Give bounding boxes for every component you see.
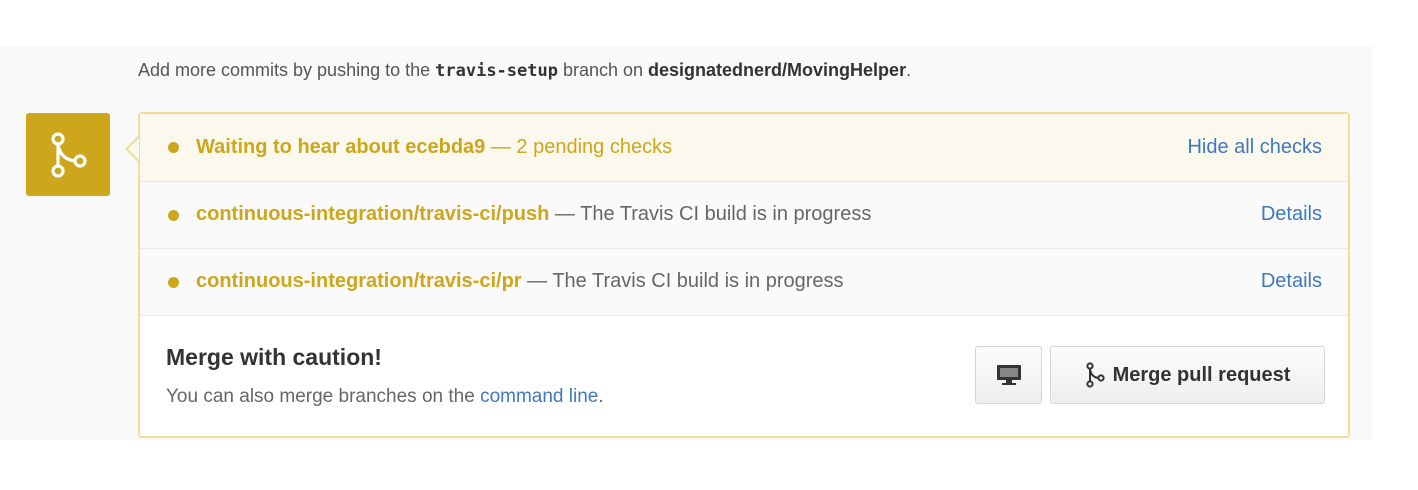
desktop-icon (996, 365, 1021, 385)
merge-status-badge (26, 113, 110, 196)
merge-button-label: Merge pull request (1112, 363, 1291, 386)
push-suffix: . (906, 60, 912, 80)
check-row: continuous-integration/travis-ci/push — … (140, 182, 1348, 249)
git-merge-icon (1085, 362, 1105, 388)
merge-status-panel: Waiting to hear about ecebda9 — 2 pendin… (138, 112, 1350, 438)
push-instructions: Add more commits by pushing to the travi… (138, 60, 911, 81)
panel-pointer-fill (128, 138, 139, 160)
merge-action-area: Merge with caution! You can also merge b… (140, 316, 1348, 436)
pending-status-dot (168, 210, 179, 221)
check-text: continuous-integration/travis-ci/push — … (196, 203, 871, 226)
check-details-link[interactable]: Details (1261, 270, 1322, 293)
check-description: — The Travis CI build is in progress (521, 270, 844, 292)
branch-name: travis-setup (435, 61, 558, 81)
hide-all-checks-link[interactable]: Hide all checks (1187, 136, 1322, 159)
merge-hint-prefix: You can also merge branches on the (166, 386, 481, 407)
repo-name: designatednerd/MovingHelper (648, 60, 907, 80)
check-description: — The Travis CI build is in progress (549, 203, 872, 225)
merge-caution-title: Merge with caution! (166, 344, 382, 370)
git-merge-icon (51, 131, 87, 178)
summary-title: Waiting to hear about ecebda9 (196, 136, 486, 158)
page-top (0, 0, 1418, 46)
checks-summary-row: Waiting to hear about ecebda9 — 2 pendin… (140, 114, 1348, 182)
checks-summary-text: Waiting to hear about ecebda9 — 2 pendin… (196, 136, 672, 159)
pending-status-dot (168, 142, 179, 153)
command-line-link[interactable]: command line (480, 386, 598, 407)
check-details-link[interactable]: Details (1261, 203, 1322, 226)
push-prefix: Add more commits by pushing to the (138, 60, 436, 80)
check-name: continuous-integration/travis-ci/pr (196, 270, 522, 292)
check-name: continuous-integration/travis-ci/push (196, 203, 550, 225)
merge-hint-suffix: . (598, 386, 604, 407)
check-row: continuous-integration/travis-ci/pr — Th… (140, 249, 1348, 316)
push-middle: branch on (557, 60, 649, 80)
pending-status-dot (168, 277, 179, 288)
summary-pending-count: — 2 pending checks (485, 136, 673, 158)
merge-hint: You can also merge branches on the comma… (166, 386, 604, 408)
check-text: continuous-integration/travis-ci/pr — Th… (196, 270, 844, 293)
merge-pull-request-button[interactable]: Merge pull request (1050, 346, 1325, 404)
open-in-desktop-button[interactable] (975, 346, 1042, 404)
